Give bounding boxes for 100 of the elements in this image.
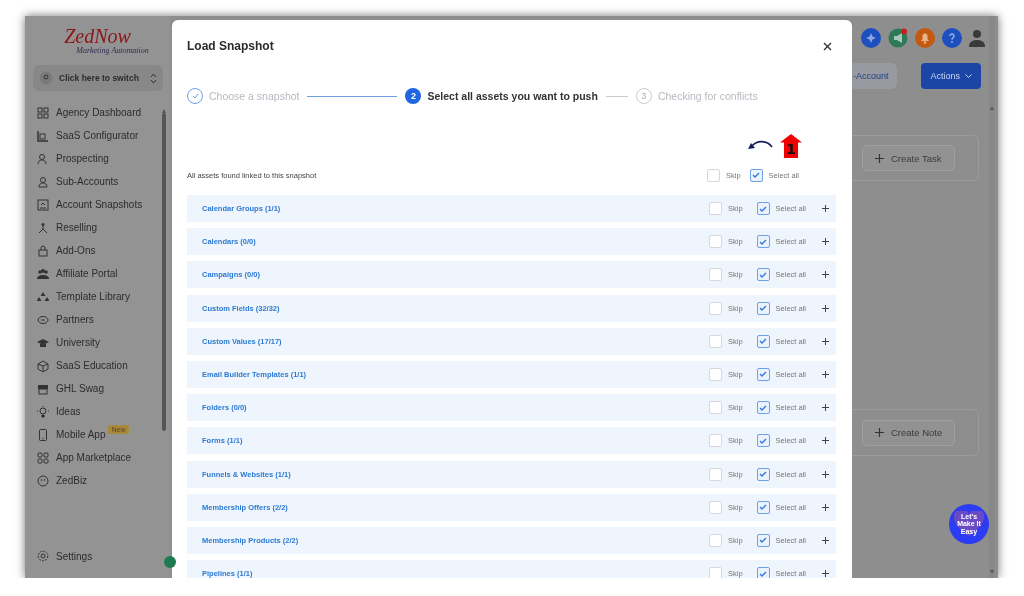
checkbox[interactable]	[756, 235, 770, 249]
sidebar-item[interactable]: App Marketplace	[37, 446, 162, 469]
checkbox[interactable]	[756, 500, 770, 514]
check-icon	[759, 470, 768, 478]
checkbox[interactable]	[708, 268, 722, 282]
apps-icon	[37, 451, 49, 464]
megaphone-icon	[888, 28, 908, 48]
checkbox[interactable]	[708, 467, 722, 481]
check-icon	[759, 403, 768, 412]
step-label: Checking for conflicts	[657, 90, 758, 102]
checkbox[interactable]	[708, 367, 722, 381]
sidebar-item[interactable]: ZedBiz	[37, 469, 162, 492]
sidebar-item[interactable]: Affiliate Portal	[37, 262, 162, 285]
store-icon	[37, 382, 49, 395]
checkbox[interactable]	[756, 434, 770, 448]
scroll-down-icon	[990, 570, 994, 574]
sidebar-item[interactable]: Agency Dashboard	[37, 101, 162, 124]
plus-icon	[822, 570, 829, 578]
expand-button[interactable]	[822, 536, 829, 544]
expand-button[interactable]	[822, 205, 829, 212]
plus-icon	[822, 304, 829, 312]
create-button[interactable]: Create Task	[862, 145, 955, 171]
checkbox[interactable]	[708, 567, 722, 578]
sidebar-item[interactable]: Ideas	[37, 400, 162, 423]
account-switcher[interactable]: Click here to switch	[33, 65, 163, 91]
check-icon	[759, 337, 768, 346]
expand-button[interactable]	[822, 370, 829, 378]
plus-icon	[822, 238, 829, 246]
checkbox[interactable]	[756, 533, 770, 547]
plus-icon	[822, 404, 829, 412]
help-icon	[942, 28, 962, 48]
checkbox[interactable]	[708, 235, 722, 249]
expand-button[interactable]	[822, 337, 829, 345]
sidebar-item[interactable]: Partners	[37, 308, 162, 331]
checkbox[interactable]	[756, 401, 770, 415]
plus-icon	[822, 271, 829, 279]
dialog-title: Load Snapshot	[187, 39, 274, 53]
actions-button[interactable]: Actions	[921, 62, 981, 89]
checkbox[interactable]	[708, 500, 722, 514]
settings-item[interactable]: Settings	[25, 546, 170, 578]
create-button[interactable]: Create Note	[862, 419, 956, 446]
checkbox[interactable]	[756, 268, 770, 282]
expand-button[interactable]	[822, 570, 829, 578]
cube-icon	[37, 359, 49, 372]
sidebar-item[interactable]: Prospecting	[37, 147, 162, 170]
check-icon	[759, 304, 768, 313]
expand-button[interactable]	[822, 238, 829, 246]
sidebar-item[interactable]: Template Library	[37, 285, 162, 308]
status-dot	[164, 556, 176, 568]
expand-button[interactable]	[822, 404, 829, 412]
scrollbar[interactable]	[989, 16, 995, 578]
checkbox[interactable]	[756, 467, 770, 481]
close-button[interactable]	[823, 41, 832, 51]
sidebar-item[interactable]: SaaS Configurator	[37, 124, 162, 147]
account-button[interactable]: -Account	[852, 62, 897, 89]
checkbox[interactable]	[756, 202, 770, 215]
chevron-up-down-icon	[150, 72, 157, 84]
sidebar-item[interactable]: Reselling	[37, 216, 162, 239]
gear-icon	[37, 550, 49, 562]
check-icon	[759, 204, 768, 213]
plus-icon	[875, 153, 884, 163]
expand-button[interactable]	[822, 470, 829, 478]
check-icon	[759, 569, 768, 578]
checkbox[interactable]	[708, 301, 722, 315]
checkbox[interactable]	[706, 168, 720, 182]
bell-icon	[915, 28, 935, 48]
sidebar-item[interactable]: Add-Ons	[37, 239, 162, 262]
checkbox[interactable]	[749, 168, 763, 182]
checkbox[interactable]	[756, 334, 770, 348]
expand-button[interactable]	[822, 304, 829, 312]
sidebar-item[interactable]: Sub-Accounts	[37, 170, 162, 193]
check-icon	[752, 171, 761, 179]
expand-button[interactable]	[822, 271, 829, 279]
sidebar-item[interactable]: GHL Swag	[37, 377, 162, 400]
checkbox[interactable]	[708, 334, 722, 348]
sidebar-item[interactable]: SaaS Education	[37, 354, 162, 377]
checkbox[interactable]	[756, 567, 770, 578]
checkbox[interactable]	[708, 401, 722, 415]
logo-tagline: Marketing Automation	[76, 46, 149, 55]
expand-button[interactable]	[822, 437, 829, 445]
checkbox[interactable]	[708, 533, 722, 547]
plus-icon	[875, 428, 884, 437]
plus-icon	[822, 536, 829, 544]
plus-icon	[822, 205, 829, 212]
sidebar-item[interactable]: University	[37, 331, 162, 354]
expand-button[interactable]	[822, 503, 829, 511]
checkbox[interactable]	[756, 301, 770, 315]
plus-icon	[822, 503, 829, 511]
sidebar-item[interactable]: Account Snapshots	[37, 193, 162, 216]
graduation-cap-icon	[37, 336, 49, 349]
plus-icon	[822, 370, 829, 378]
checkbox[interactable]	[708, 434, 722, 448]
phone-icon	[37, 428, 49, 441]
avatar-icon	[969, 29, 985, 47]
lightbulb-icon	[37, 405, 49, 418]
checkbox[interactable]	[756, 367, 770, 381]
sparkle-icon	[861, 28, 881, 48]
smiley-icon	[37, 474, 49, 487]
logo-name: ZedNow	[64, 26, 131, 46]
checkbox[interactable]	[708, 202, 722, 215]
